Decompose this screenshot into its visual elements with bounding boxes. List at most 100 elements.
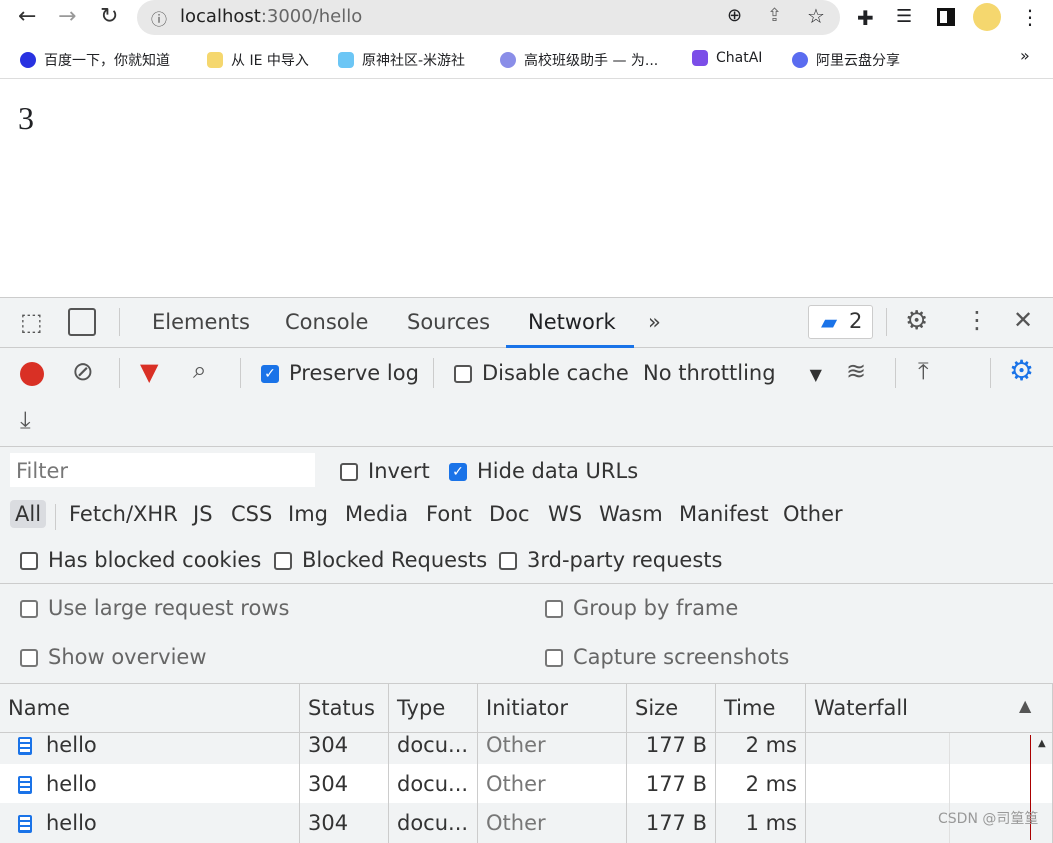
extensions-icon[interactable]: ✚ <box>857 6 874 30</box>
type-filter-all[interactable]: All <box>10 500 47 528</box>
issues-button[interactable]: ▰ 2 <box>808 305 873 339</box>
tab-elements[interactable]: Elements <box>152 310 250 334</box>
blocked-requests-checkbox[interactable]: Blocked Requests <box>274 548 487 572</box>
network-toolbar: ⊘ ▼ ⌕ ✓ Preserve log Disable cache No thr… <box>0 348 1053 447</box>
type-filter-other[interactable]: Other <box>778 500 848 528</box>
preserve-log-checkbox[interactable]: ✓ Preserve log <box>261 361 419 385</box>
cell-text: 2 ms <box>745 772 797 796</box>
export-har-icon[interactable]: ⤓ <box>20 406 31 434</box>
settings-icon[interactable]: ⚙ <box>905 306 928 336</box>
type-filter-doc[interactable]: Doc <box>484 500 535 528</box>
zoom-icon[interactable]: ⊕ <box>727 5 742 26</box>
more-tabs[interactable]: » <box>648 310 661 334</box>
cell-name: hello <box>0 764 300 804</box>
show-overview-checkbox[interactable]: Show overview <box>20 645 207 669</box>
cell-text: 177 B <box>645 772 707 796</box>
type-filter-font[interactable]: Font <box>421 500 477 528</box>
column-header-size[interactable]: Size <box>627 684 716 734</box>
url-text[interactable]: localhost:3000/hello <box>180 6 362 27</box>
media-icon[interactable]: ☰ <box>896 6 912 27</box>
cell-text: 177 B <box>645 733 707 757</box>
tab-sources[interactable]: Sources <box>407 310 490 334</box>
bookmark[interactable]: 从 IE 中导入 <box>207 50 309 70</box>
cell-name: hello <box>0 803 300 843</box>
star-icon[interactable]: ☆ <box>807 4 825 28</box>
disable-cache-checkbox[interactable]: Disable cache <box>454 361 629 385</box>
watermark: CSDN @司篁篁 <box>938 811 1039 827</box>
forward-icon[interactable]: → <box>58 4 76 29</box>
network-conditions-icon[interactable]: ≋ <box>846 357 866 385</box>
filter-icon[interactable]: ▼ <box>140 358 158 386</box>
table-row[interactable]: hello 304 docu... Other 177 B 2 ms <box>0 764 1053 804</box>
table-row[interactable]: hello 304 docu... Other 177 B 2 ms <box>0 733 1053 765</box>
bookmark[interactable]: 原神社区-米游社 <box>338 50 465 70</box>
clear-icon[interactable]: ⊘ <box>72 357 94 387</box>
bookmark[interactable]: 百度一下，你就知道 <box>20 50 170 70</box>
cell-text: 304 <box>308 733 349 757</box>
cell-text: docu... <box>397 733 469 757</box>
third-party-checkbox[interactable]: 3rd-party requests <box>499 548 722 572</box>
type-filter-fetchxhr[interactable]: Fetch/XHR <box>64 500 183 528</box>
dropdown-arrow-icon: ▼ <box>809 365 822 384</box>
large-rows-checkbox[interactable]: Use large request rows <box>20 596 289 620</box>
cell-waterfall <box>806 764 1053 804</box>
record-icon[interactable] <box>20 362 44 386</box>
bookmark[interactable]: 高校班级助手 — 为... <box>500 50 658 70</box>
sidepanel-icon[interactable] <box>937 8 955 26</box>
device-toggle-icon[interactable] <box>68 308 96 336</box>
type-filter-js[interactable]: JS <box>188 500 218 528</box>
browser-toolbar: ← → ↻ ⓘ ⊕ ⇪ ☆ localhost:3000/hello ✚ ☰ ⋮ <box>0 0 1053 40</box>
invert-checkbox[interactable]: Invert <box>340 459 430 483</box>
close-icon[interactable]: ✕ <box>1013 306 1033 334</box>
has-blocked-cookies-checkbox[interactable]: Has blocked cookies <box>20 548 261 572</box>
column-header-name[interactable]: Name <box>0 684 300 734</box>
type-filter-ws[interactable]: WS <box>543 500 587 528</box>
throttling-select[interactable]: No throttling ▼ <box>643 361 822 385</box>
cell-text: hello <box>46 811 97 835</box>
cell-text: 2 ms <box>745 733 797 757</box>
devtools-tabs: ⬚ Elements Console Sources Network » ▰ 2… <box>0 298 1053 348</box>
tab-console[interactable]: Console <box>285 310 368 334</box>
sort-ascending-icon[interactable]: ▲ <box>1019 696 1031 715</box>
menu-icon[interactable]: ⋮ <box>1020 5 1040 29</box>
column-header-waterfall[interactable]: Waterfall <box>806 684 1053 734</box>
cell-initiator: Other <box>478 803 627 843</box>
request-table: hello 304 docu... Other 177 B 2 ms hello 304 doc… <box>0 733 1053 843</box>
chat-icon: ▰ <box>821 310 838 334</box>
back-icon[interactable]: ← <box>18 4 36 29</box>
column-header-time[interactable]: Time <box>716 684 806 734</box>
page-content: 3 <box>18 100 34 136</box>
filter-input[interactable]: Filter <box>10 453 315 487</box>
cell-status: 304 <box>300 733 389 765</box>
reload-icon[interactable]: ↻ <box>100 4 118 29</box>
cell-size: 177 B <box>627 733 716 765</box>
cell-size: 177 B <box>627 803 716 843</box>
type-filter-img[interactable]: Img <box>283 500 333 528</box>
bookmark[interactable]: ChatAI <box>692 50 762 66</box>
avatar[interactable] <box>973 3 1001 31</box>
type-filter-manifest[interactable]: Manifest <box>674 500 774 528</box>
column-header-type[interactable]: Type <box>389 684 478 734</box>
cell-time: 1 ms <box>716 803 806 843</box>
type-filter-media[interactable]: Media <box>340 500 413 528</box>
bookmarks-more[interactable]: » <box>1020 46 1030 65</box>
group-by-frame-checkbox[interactable]: Group by frame <box>545 596 738 620</box>
column-header-initiator[interactable]: Initiator <box>478 684 627 734</box>
capture-screenshots-checkbox[interactable]: Capture screenshots <box>545 645 789 669</box>
table-row[interactable]: hello 304 docu... Other 177 B 1 ms <box>0 803 1053 843</box>
bookmark[interactable]: 阿里云盘分享 <box>792 50 900 70</box>
inspect-icon[interactable]: ⬚ <box>20 308 43 336</box>
search-icon[interactable]: ⌕ <box>193 356 206 384</box>
hide-data-urls-checkbox[interactable]: ✓ Hide data URLs <box>449 459 638 483</box>
kebab-icon[interactable]: ⋮ <box>965 306 989 334</box>
network-settings-icon[interactable]: ⚙ <box>1009 354 1034 387</box>
scroll-up-icon[interactable]: ▲ <box>1038 738 1046 749</box>
share-icon[interactable]: ⇪ <box>767 5 782 26</box>
type-filter-css[interactable]: CSS <box>226 500 277 528</box>
cell-text: hello <box>46 733 97 757</box>
type-filter-wasm[interactable]: Wasm <box>594 500 668 528</box>
cell-initiator: Other <box>478 764 627 804</box>
tab-network[interactable]: Network <box>528 310 616 334</box>
column-header-status[interactable]: Status <box>300 684 389 734</box>
import-har-icon[interactable]: ⤒ <box>918 357 929 385</box>
